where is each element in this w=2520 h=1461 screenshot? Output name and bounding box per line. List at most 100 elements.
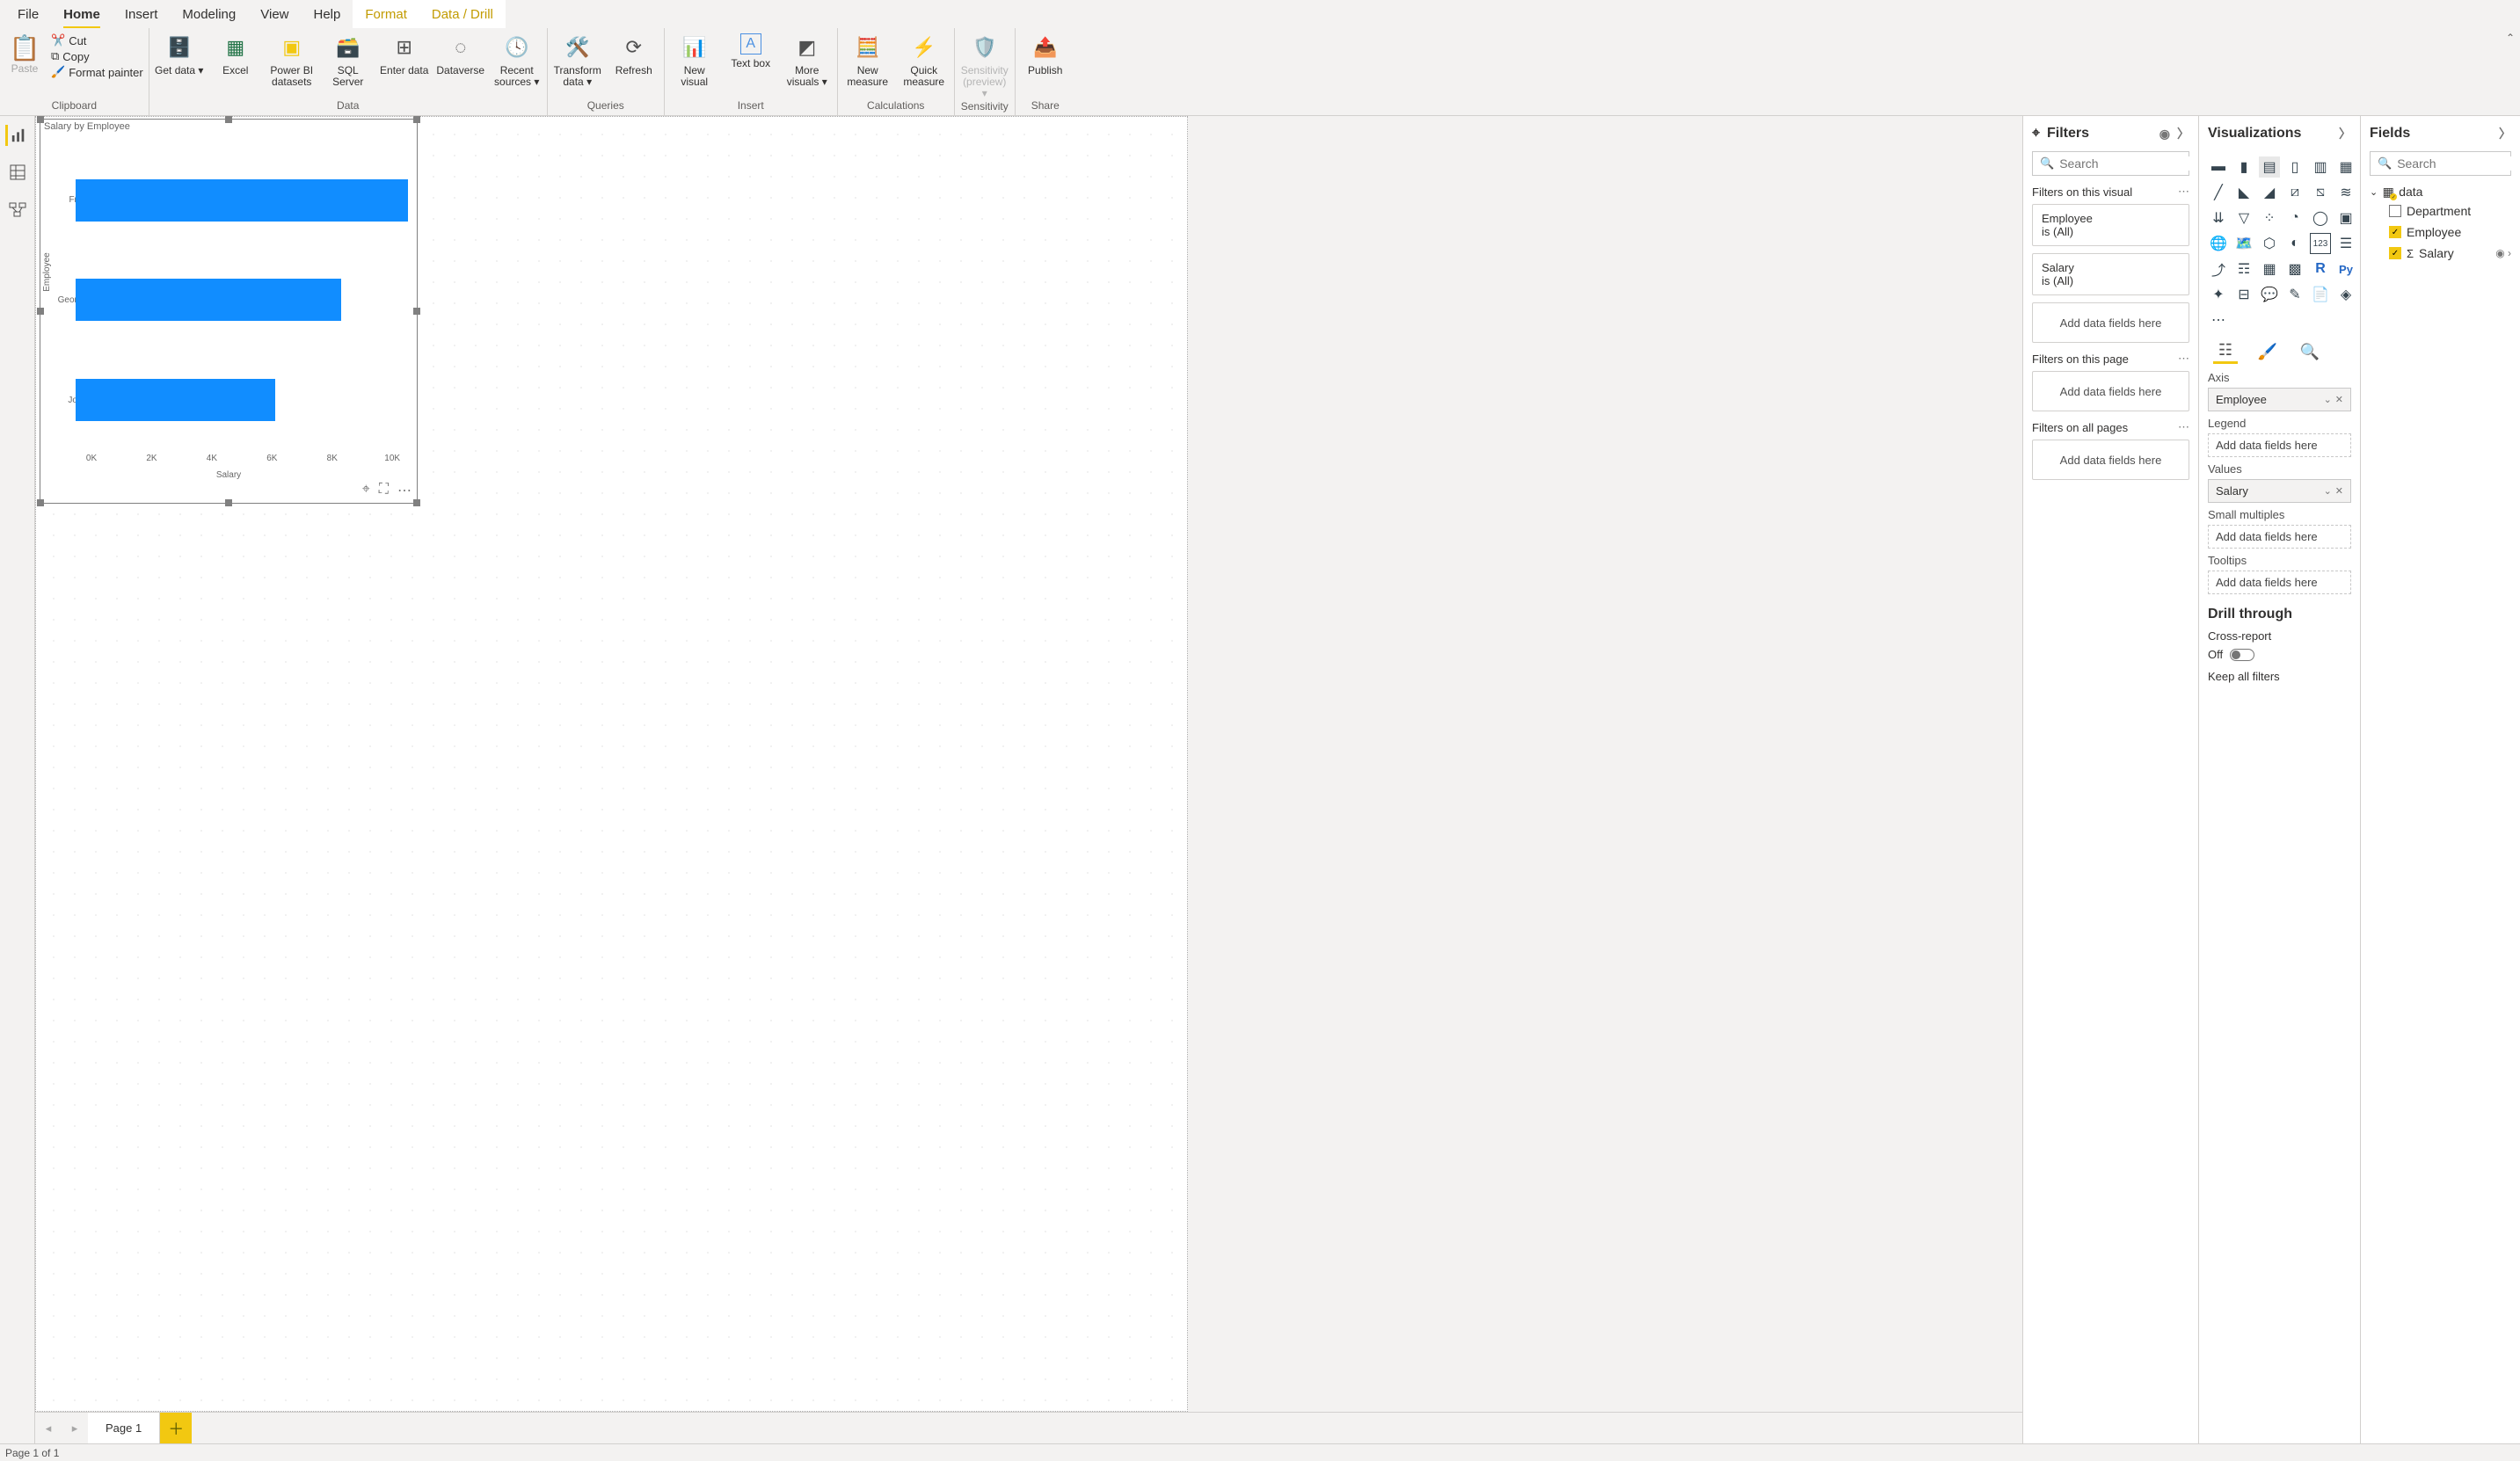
viz-area-icon[interactable]: ◣ <box>2233 182 2254 203</box>
viz-arcgis-icon[interactable]: ◈ <box>2335 284 2356 305</box>
filters-page-dropzone[interactable]: Add data fields here <box>2032 371 2189 411</box>
resize-handle-n[interactable] <box>225 116 232 123</box>
resize-handle-s[interactable] <box>225 499 232 506</box>
viz-collapse-icon[interactable]: 〉 <box>2339 125 2351 142</box>
page-tab-next[interactable]: ▸ <box>62 1413 88 1443</box>
filters-all-dropzone[interactable]: Add data fields here <box>2032 440 2189 480</box>
viz-shape-map-icon[interactable]: ⬡ <box>2259 233 2280 254</box>
viz-gauge-icon[interactable]: ◐ <box>2284 233 2305 254</box>
fields-table-data[interactable]: ⌄ ▦✓ data <box>2370 185 2511 199</box>
well-values-remove-icon[interactable]: ✕ <box>2335 485 2343 497</box>
field-salary-checkbox[interactable]: ✓ <box>2389 247 2401 259</box>
well-values-chevron-icon[interactable]: ⌄ <box>2324 485 2332 497</box>
viz-treemap-icon[interactable]: ▣ <box>2335 207 2356 229</box>
viz-kpi-icon[interactable]: ⤴ <box>2208 258 2229 280</box>
field-department[interactable]: Department <box>2389 200 2511 222</box>
get-data-button[interactable]: 🗄️Get data ▾ <box>155 33 204 76</box>
field-employee-checkbox[interactable]: ✓ <box>2389 226 2401 238</box>
viz-key-influencers-icon[interactable]: ✦ <box>2208 284 2229 305</box>
field-salary[interactable]: ✓ Σ Salary ◉ › <box>2389 243 2511 264</box>
sensitivity-button[interactable]: 🛡️Sensitivity (preview) ▾ <box>960 33 1009 100</box>
page-tab-add[interactable]: ＋ <box>160 1413 192 1443</box>
dataverse-button[interactable]: ◌Dataverse <box>436 33 485 76</box>
filters-search-input[interactable] <box>2059 156 2198 171</box>
well-axis[interactable]: Employee⌄✕ <box>2208 388 2351 411</box>
viz-filled-map-icon[interactable]: 🗺️ <box>2233 233 2254 254</box>
well-axis-remove-icon[interactable]: ✕ <box>2335 394 2343 405</box>
chart-bar[interactable] <box>76 179 408 222</box>
enter-data-button[interactable]: ⊞Enter data <box>380 33 429 76</box>
viz-stacked-column-icon[interactable]: ▮ <box>2233 156 2254 178</box>
viz-stacked-bar-icon[interactable]: ▬ <box>2208 156 2229 178</box>
viz-map-icon[interactable]: 🌐 <box>2208 233 2229 254</box>
viz-scatter-icon[interactable]: ⁘ <box>2259 207 2280 229</box>
text-box-button[interactable]: AText box <box>726 33 776 69</box>
viz-qna-icon[interactable]: 💬 <box>2259 284 2280 305</box>
filters-all-more-icon[interactable]: ⋯ <box>2178 420 2189 434</box>
chart-bar[interactable] <box>76 279 341 321</box>
viz-clustered-bar-icon[interactable]: ▤ <box>2259 156 2280 178</box>
viz-stacked-area-icon[interactable]: ◢ <box>2259 182 2280 203</box>
transform-data-button[interactable]: 🛠️Transform data ▾ <box>553 33 602 88</box>
fields-search-input[interactable] <box>2397 156 2520 171</box>
viz-ribbon-icon[interactable]: ≋ <box>2335 182 2356 203</box>
fields-collapse-icon[interactable]: 〉 <box>2499 125 2511 142</box>
cross-report-toggle[interactable] <box>2230 649 2254 661</box>
eye-icon[interactable]: ◉ › <box>2495 247 2511 259</box>
well-small-multiples[interactable]: Add data fields here <box>2208 525 2351 549</box>
filters-collapse-icon[interactable]: 〉 <box>2177 125 2189 142</box>
sql-server-button[interactable]: 🗃️SQL Server <box>324 33 373 88</box>
viz-table-icon[interactable]: ▦ <box>2259 258 2280 280</box>
viz-100-bar-icon[interactable]: ▥ <box>2310 156 2331 178</box>
new-measure-button[interactable]: 🧮New measure <box>843 33 892 88</box>
viz-multi-card-icon[interactable]: ☰ <box>2335 233 2356 254</box>
cut-button[interactable]: ✂️Cut <box>51 33 143 47</box>
viz-waterfall-icon[interactable]: ⇊ <box>2208 207 2229 229</box>
tab-view[interactable]: View <box>248 0 301 28</box>
viz-paginated-icon[interactable]: 📄 <box>2310 284 2331 305</box>
new-visual-button[interactable]: 📊New visual <box>670 33 719 88</box>
viz-clustered-column-icon[interactable]: ▯ <box>2284 156 2305 178</box>
filters-visual-dropzone[interactable]: Add data fields here <box>2032 302 2189 343</box>
filters-eye-icon[interactable]: ◉ <box>2159 127 2170 142</box>
filters-visual-more-icon[interactable]: ⋯ <box>2178 185 2189 199</box>
visual-more-icon[interactable]: ⋯ <box>397 482 412 499</box>
selected-visual[interactable]: Salary by Employee Employee FredGeorgeJo… <box>40 119 418 504</box>
resize-handle-sw[interactable] <box>37 499 44 506</box>
resize-handle-se[interactable] <box>413 499 420 506</box>
viz-more-icon[interactable]: ⋯ <box>2208 309 2229 331</box>
resize-handle-w[interactable] <box>37 308 44 315</box>
viz-slicer-icon[interactable]: ☶ <box>2233 258 2254 280</box>
page-surface[interactable]: Salary by Employee Employee FredGeorgeJo… <box>35 116 1188 1412</box>
well-tooltips[interactable]: Add data fields here <box>2208 571 2351 594</box>
viz-line-clustered-icon[interactable]: ⧅ <box>2310 182 2331 203</box>
viz-r-icon[interactable]: R <box>2310 258 2331 280</box>
viz-donut-icon[interactable]: ◯ <box>2310 207 2331 229</box>
viz-python-icon[interactable]: Py <box>2335 258 2356 280</box>
chart-bar[interactable] <box>76 379 275 421</box>
viz-smart-narrative-icon[interactable]: ✎ <box>2284 284 2305 305</box>
filters-search[interactable]: 🔍 <box>2032 151 2189 176</box>
nav-data-view[interactable] <box>7 162 28 183</box>
tab-help[interactable]: Help <box>302 0 353 28</box>
viz-tab-fields[interactable]: ☷ <box>2213 339 2238 364</box>
tab-modeling[interactable]: Modeling <box>170 0 248 28</box>
quick-measure-button[interactable]: ⚡Quick measure <box>899 33 949 88</box>
well-values[interactable]: Salary⌄✕ <box>2208 479 2351 503</box>
paste-button[interactable]: 📋 Paste <box>5 33 44 75</box>
format-painter-button[interactable]: 🖌️Format painter <box>51 65 143 79</box>
nav-model-view[interactable] <box>7 199 28 220</box>
tab-insert[interactable]: Insert <box>113 0 171 28</box>
more-visuals-button[interactable]: ◩More visuals ▾ <box>783 33 832 88</box>
refresh-button[interactable]: ⟳Refresh <box>609 33 659 76</box>
resize-handle-nw[interactable] <box>37 116 44 123</box>
page-tab-1[interactable]: Page 1 <box>88 1413 160 1443</box>
tab-format[interactable]: Format <box>353 0 419 28</box>
viz-tab-format[interactable]: 🖌️ <box>2255 339 2280 364</box>
nav-report-view[interactable] <box>5 125 26 146</box>
viz-100-column-icon[interactable]: ▦ <box>2335 156 2356 178</box>
viz-pie-icon[interactable]: ◔ <box>2284 207 2305 229</box>
publish-button[interactable]: 📤Publish <box>1021 33 1070 76</box>
viz-card-icon[interactable]: 123 <box>2310 233 2331 254</box>
filter-card-salary[interactable]: Salary is (All) <box>2032 253 2189 295</box>
